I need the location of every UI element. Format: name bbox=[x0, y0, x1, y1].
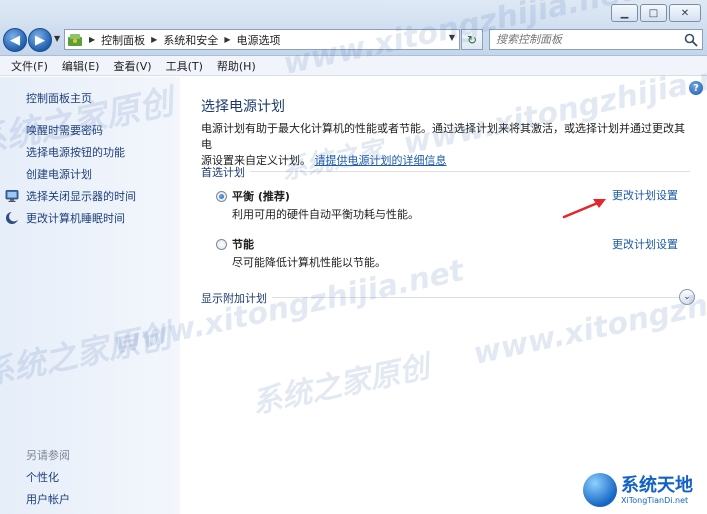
main-panel: ? 选择电源计划 电源计划有助于最大化计算机的性能或者节能。通过选择计划来将其激… bbox=[180, 77, 707, 514]
menu-tools[interactable]: 工具(T) bbox=[159, 56, 210, 76]
plan-balanced-name[interactable]: 平衡 (推荐) bbox=[232, 188, 290, 204]
site-logo: 系统天地 XiTongTianDi.net bbox=[583, 468, 705, 512]
monitor-icon bbox=[5, 190, 19, 202]
preferred-plans-heading: 首选计划 bbox=[201, 166, 245, 179]
globe-icon bbox=[583, 473, 617, 507]
logo-text: 系统天地 XiTongTianDi.net bbox=[621, 474, 693, 505]
moon-icon bbox=[6, 211, 19, 224]
plan-balanced-settings-link[interactable]: 更改计划设置 bbox=[612, 187, 678, 203]
address-dropdown-icon[interactable]: ▼ bbox=[449, 33, 455, 42]
logo-title: 系统天地 bbox=[621, 474, 693, 496]
recent-pages-dropdown[interactable]: ▼ bbox=[54, 34, 60, 43]
logo-subtitle: XiTongTianDi.net bbox=[621, 495, 689, 505]
search-input[interactable] bbox=[496, 33, 676, 46]
plan-details-link[interactable]: 请提供电源计划的详细信息 bbox=[315, 154, 447, 167]
see-also-heading: 另请参阅 bbox=[26, 449, 70, 462]
search-box[interactable] bbox=[489, 29, 703, 50]
breadcrumb-system-security[interactable]: 系统和安全 bbox=[163, 32, 218, 48]
help-icon[interactable]: ? bbox=[689, 81, 703, 95]
sidebar: 控制面板主页 唤醒时需要密码 选择电源按钮的功能 创建电源计划 选择关闭显示器的… bbox=[0, 77, 180, 514]
description-line-1: 电源计划有助于最大化计算机的性能或者节能。通过选择计划来将其激活，或选择计划并通… bbox=[201, 122, 685, 151]
description-line-2: 源设置来自定义计划。 请提供电源计划的详细信息 bbox=[201, 153, 691, 169]
sidebar-item-wake-password[interactable]: 唤醒时需要密码 bbox=[26, 122, 103, 138]
sidebar-item-display-off[interactable]: 选择关闭显示器的时间 bbox=[26, 188, 136, 204]
sidebar-item-power-button[interactable]: 选择电源按钮的功能 bbox=[26, 144, 125, 160]
window-controls: ▁ □ ✕ bbox=[611, 4, 701, 22]
plan-power-saver-name[interactable]: 节能 bbox=[232, 236, 254, 252]
maximize-button[interactable]: □ bbox=[640, 4, 667, 22]
plan-power-saver-settings-link[interactable]: 更改计划设置 bbox=[612, 236, 678, 252]
forward-button[interactable]: ▶ bbox=[28, 28, 52, 52]
page-description: 电源计划有助于最大化计算机的性能或者节能。通过选择计划来将其激活，或选择计划并通… bbox=[201, 121, 691, 169]
minimize-button[interactable]: ▁ bbox=[611, 4, 638, 22]
divider bbox=[272, 297, 680, 298]
sidebar-home-link[interactable]: 控制面板主页 bbox=[26, 90, 92, 106]
plan-balanced-radio[interactable] bbox=[216, 191, 227, 202]
menu-bar: 文件(F) 编辑(E) 查看(V) 工具(T) 帮助(H) bbox=[0, 56, 707, 76]
back-button[interactable]: ◀ bbox=[3, 28, 27, 52]
menu-view[interactable]: 查看(V) bbox=[106, 56, 158, 76]
breadcrumb-power-options[interactable]: 电源选项 bbox=[236, 32, 280, 48]
menu-file[interactable]: 文件(F) bbox=[4, 56, 55, 76]
page-title: 选择电源计划 bbox=[201, 99, 285, 115]
plan-power-saver-desc: 尽可能降低计算机性能以节能。 bbox=[232, 256, 386, 269]
crumb-separator: ▶ bbox=[89, 35, 96, 44]
refresh-button[interactable]: ↻ bbox=[461, 29, 483, 50]
menu-help[interactable]: 帮助(H) bbox=[210, 56, 263, 76]
breadcrumb-control-panel[interactable]: 控制面板 bbox=[101, 32, 145, 48]
sidebar-item-sleep-time[interactable]: 更改计算机睡眠时间 bbox=[26, 210, 125, 226]
address-bar[interactable]: ▶ 控制面板 ▶ 系统和安全 ▶ 电源选项 ▼ bbox=[64, 29, 460, 50]
show-additional-plans-label[interactable]: 显示附加计划 bbox=[201, 290, 267, 306]
plan-balanced-desc: 利用可用的硬件自动平衡功耗与性能。 bbox=[232, 208, 419, 221]
search-icon[interactable] bbox=[684, 33, 698, 47]
plan-power-saver-radio[interactable] bbox=[216, 239, 227, 250]
crumb-separator[interactable]: ▶ bbox=[224, 35, 230, 44]
crumb-separator[interactable]: ▶ bbox=[151, 35, 157, 44]
red-arrow-annotation bbox=[562, 199, 606, 219]
menu-edit[interactable]: 编辑(E) bbox=[55, 56, 107, 76]
expand-additional-plans-button[interactable]: ⌄ bbox=[679, 289, 695, 305]
sidebar-item-personalization[interactable]: 个性化 bbox=[26, 469, 59, 485]
sidebar-item-user-accounts[interactable]: 用户帐户 bbox=[26, 491, 70, 507]
control-panel-icon bbox=[67, 32, 83, 48]
sidebar-item-create-plan[interactable]: 创建电源计划 bbox=[26, 166, 92, 182]
title-bar: ▁ □ ✕ ◀ ▶ ▼ ▶ 控制面板 ▶ 系统和安全 ▶ 电源选项 ▼ ↻ bbox=[0, 0, 707, 56]
close-button[interactable]: ✕ bbox=[669, 4, 701, 22]
divider bbox=[250, 171, 690, 172]
